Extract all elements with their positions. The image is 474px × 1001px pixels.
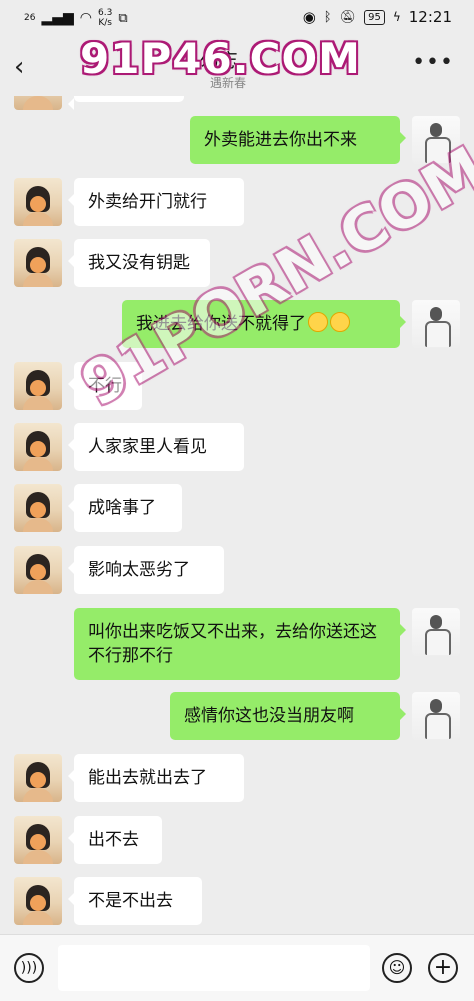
contact-avatar[interactable] <box>14 239 62 287</box>
chat-header: ‹ 勿忘 遇新春 ••• <box>0 40 474 96</box>
contact-avatar[interactable] <box>14 484 62 532</box>
contact-avatar[interactable] <box>14 423 62 471</box>
message-bubble-in[interactable]: 人家家里人看见 <box>68 423 244 471</box>
clock-time: 12:21 <box>408 8 452 26</box>
smile-emoji-icon <box>308 312 328 332</box>
message-bubble-in[interactable]: 不是不出去 <box>68 877 202 925</box>
chat-messages[interactable]: 外卖能进去你出不来 外卖给开门就行 我又没有钥匙 我进去给你送不就得了 不行 人… <box>0 96 474 934</box>
message-bubble-out[interactable]: 叫你出来吃饭又不出来，去给你送还这不行那不行 <box>74 608 406 680</box>
message-bubble-in[interactable]: 外卖给开门就行 <box>68 178 244 226</box>
input-bar: ))) ☺ + <box>0 934 474 1001</box>
my-avatar[interactable] <box>412 300 460 348</box>
more-dots-icon[interactable]: ••• <box>412 50 454 75</box>
message-bubble-out[interactable]: 感情你这也没当朋友啊 <box>170 692 406 740</box>
chat-title: 勿忘 <box>200 50 239 72</box>
message-bubble-in[interactable]: 影响太恶劣了 <box>68 546 224 594</box>
mute-bell-icon: 🔕︎ <box>339 9 357 25</box>
message-bubble-in[interactable]: 出不去 <box>68 816 162 864</box>
status-right: ◉ ᛒ 🔕︎ 95 ϟ 12:21 <box>303 8 452 26</box>
my-avatar[interactable] <box>412 692 460 740</box>
contact-avatar[interactable] <box>14 754 62 802</box>
contact-avatar[interactable] <box>14 362 62 410</box>
message-bubble-partial <box>68 96 184 110</box>
signal-icon: 26 <box>24 13 36 23</box>
my-avatar[interactable] <box>412 116 460 164</box>
message-text: 我进去给你送不就得了 <box>136 314 306 334</box>
contact-avatar[interactable] <box>14 96 62 110</box>
net-speed: 6.3 K/s <box>97 8 113 28</box>
contact-avatar[interactable] <box>14 178 62 226</box>
eye-icon: ◉ <box>302 8 316 26</box>
my-avatar[interactable] <box>412 608 460 656</box>
contact-avatar[interactable] <box>14 877 62 925</box>
contact-avatar[interactable] <box>14 816 62 864</box>
charging-icon: ϟ <box>392 10 401 24</box>
chat-subtitle: 遇新春 <box>210 76 247 90</box>
signal-bars-icon: ▂▄▆ <box>41 10 74 26</box>
battery-icon: 95 <box>364 9 385 25</box>
message-bubble-out[interactable]: 我进去给你送不就得了 <box>122 300 406 348</box>
bluetooth-icon: ᛒ <box>323 9 332 25</box>
contact-avatar[interactable] <box>14 546 62 594</box>
message-bubble-out[interactable]: 外卖能进去你出不来 <box>190 116 406 164</box>
plus-icon[interactable]: + <box>428 953 458 983</box>
app-notification-icon: ⧉ <box>118 10 128 26</box>
status-bar: 26 ▂▄▆ ◠ 6.3 K/s ⧉ ◉ ᛒ 🔕︎ 95 ϟ 12:21 <box>0 0 474 40</box>
message-bubble-in[interactable]: 能出去就出去了 <box>68 754 244 802</box>
status-left: 26 ▂▄▆ ◠ 6.3 K/s ⧉ <box>24 8 128 28</box>
message-bubble-in[interactable]: 我又没有钥匙 <box>68 239 210 287</box>
wifi-icon: ◠ <box>79 10 92 26</box>
message-bubble-in[interactable]: 不行 <box>68 362 142 410</box>
chevron-left-icon[interactable]: ‹ <box>14 54 36 80</box>
voice-icon[interactable]: ))) <box>14 953 44 983</box>
sweat-emoji-icon <box>330 312 350 332</box>
message-bubble-in[interactable]: 成啥事了 <box>68 484 182 532</box>
message-input[interactable] <box>58 945 370 991</box>
emoji-icon[interactable]: ☺ <box>382 953 412 983</box>
